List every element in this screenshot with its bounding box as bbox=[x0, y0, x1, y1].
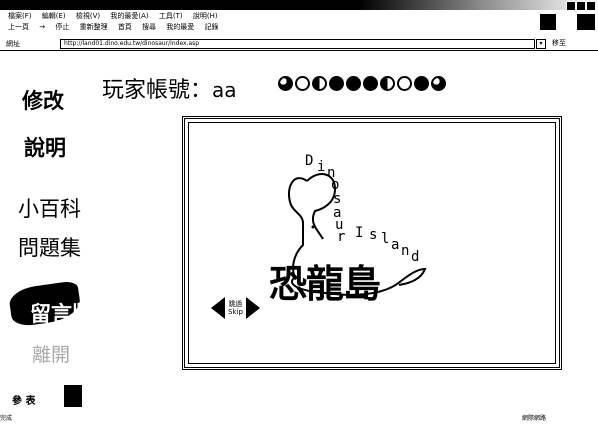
search-button[interactable]: 搜尋 bbox=[142, 23, 156, 31]
address-input[interactable]: http://land01.dino.edu.tw/dinosaur/index… bbox=[60, 39, 535, 49]
player-name: aa bbox=[212, 78, 237, 102]
go-button[interactable]: 移至 bbox=[552, 38, 566, 48]
menu-tools[interactable]: 工具(T) bbox=[159, 12, 183, 20]
address-label: 網址 bbox=[6, 40, 20, 48]
progress-ball-icon bbox=[414, 76, 429, 91]
logo-arc-letter: s bbox=[369, 227, 378, 243]
nav-guestbook[interactable]: 留言版 bbox=[30, 298, 93, 328]
progress-ball-icon bbox=[278, 76, 293, 91]
home-button[interactable]: 首頁 bbox=[118, 23, 132, 31]
progress-ball-icon bbox=[380, 76, 395, 91]
logo-arc-letter: I bbox=[355, 225, 364, 241]
nav-edit[interactable]: 修改 bbox=[22, 85, 64, 115]
nav-help[interactable]: 說明 bbox=[24, 132, 66, 162]
throbber-icon bbox=[577, 14, 595, 30]
skip-left-arrow-icon[interactable] bbox=[211, 297, 225, 319]
minimize-button[interactable] bbox=[566, 1, 576, 11]
progress-ball-icon bbox=[431, 76, 446, 91]
logo-title: 恐龍島 bbox=[269, 262, 381, 306]
progress-indicator bbox=[278, 76, 446, 91]
progress-ball-icon bbox=[329, 76, 344, 91]
forward-button[interactable]: → bbox=[39, 23, 45, 31]
logo-arc-letter: l bbox=[381, 231, 390, 247]
history-button[interactable]: 記錄 bbox=[205, 23, 219, 31]
dinosaur-island-logo[interactable]: DinosaurIsland 恐龍島 bbox=[185, 119, 565, 373]
skip-label-en: Skip bbox=[228, 308, 243, 316]
footer-icon bbox=[64, 385, 82, 407]
progress-ball-icon bbox=[397, 76, 412, 91]
stop-button[interactable]: 停止 bbox=[55, 23, 69, 31]
refresh-button[interactable]: 重新整理 bbox=[80, 23, 108, 31]
player-account: 玩家帳號：aa bbox=[102, 72, 237, 104]
status-zone: 網際網路 bbox=[522, 415, 547, 422]
progress-ball-icon bbox=[346, 76, 361, 91]
logo-arc-letter: d bbox=[411, 249, 420, 265]
back-button[interactable]: 上一頁 bbox=[8, 23, 29, 31]
nav-encyclopedia[interactable]: 小百科 bbox=[18, 193, 81, 223]
logo-arc-letter: i bbox=[317, 159, 326, 175]
menu-help[interactable]: 說明(H) bbox=[193, 12, 218, 20]
menu-view[interactable]: 檢視(V) bbox=[76, 12, 100, 20]
logo-arc-letter: D bbox=[305, 153, 314, 169]
menu-edit[interactable]: 編輯(E) bbox=[42, 12, 66, 20]
player-label: 玩家帳號： bbox=[102, 78, 213, 103]
logo-arc-letter: r bbox=[337, 229, 346, 245]
menu-favorites[interactable]: 我的最愛(A) bbox=[110, 12, 148, 20]
progress-ball-icon bbox=[363, 76, 378, 91]
progress-ball-icon bbox=[312, 76, 327, 91]
skip-control[interactable]: 跳過 Skip bbox=[211, 297, 260, 319]
browser-logo-icon bbox=[540, 14, 556, 30]
address-dropdown-icon[interactable]: ▾ bbox=[536, 39, 546, 49]
nav-exit[interactable]: 離開 bbox=[32, 340, 70, 367]
skip-label[interactable]: 跳過 Skip bbox=[228, 300, 243, 316]
favorites-button[interactable]: 我的最愛 bbox=[166, 23, 194, 31]
menu-bar: 檔案(F) 編輯(E) 檢視(V) 我的最愛(A) 工具(T) 說明(H) bbox=[0, 11, 598, 21]
logo-arc-letter: a bbox=[391, 237, 400, 253]
address-bar: 網址 http://land01.dino.edu.tw/dinosaur/in… bbox=[0, 36, 598, 51]
nav-questions[interactable]: 問題集 bbox=[18, 232, 81, 262]
window-titlebar bbox=[0, 0, 598, 10]
logo-arc-letter: n bbox=[401, 243, 410, 259]
skip-label-cn: 跳過 bbox=[228, 300, 243, 308]
dinosaur-silhouette-icon bbox=[288, 173, 427, 296]
maximize-button[interactable] bbox=[576, 1, 586, 11]
browser-toolbar: 上一頁 → 停止 重新整理 首頁 搜尋 我的最愛 記錄 bbox=[0, 22, 598, 34]
skip-right-arrow-icon[interactable] bbox=[245, 297, 260, 319]
progress-ball-icon bbox=[295, 76, 310, 91]
status-text: 完成 bbox=[0, 415, 13, 422]
close-button[interactable] bbox=[586, 1, 596, 11]
footer-text: 參 表 bbox=[12, 396, 36, 407]
menu-file[interactable]: 檔案(F) bbox=[8, 12, 32, 20]
intro-frame: DinosaurIsland 恐龍島 跳過 Skip bbox=[182, 116, 562, 370]
